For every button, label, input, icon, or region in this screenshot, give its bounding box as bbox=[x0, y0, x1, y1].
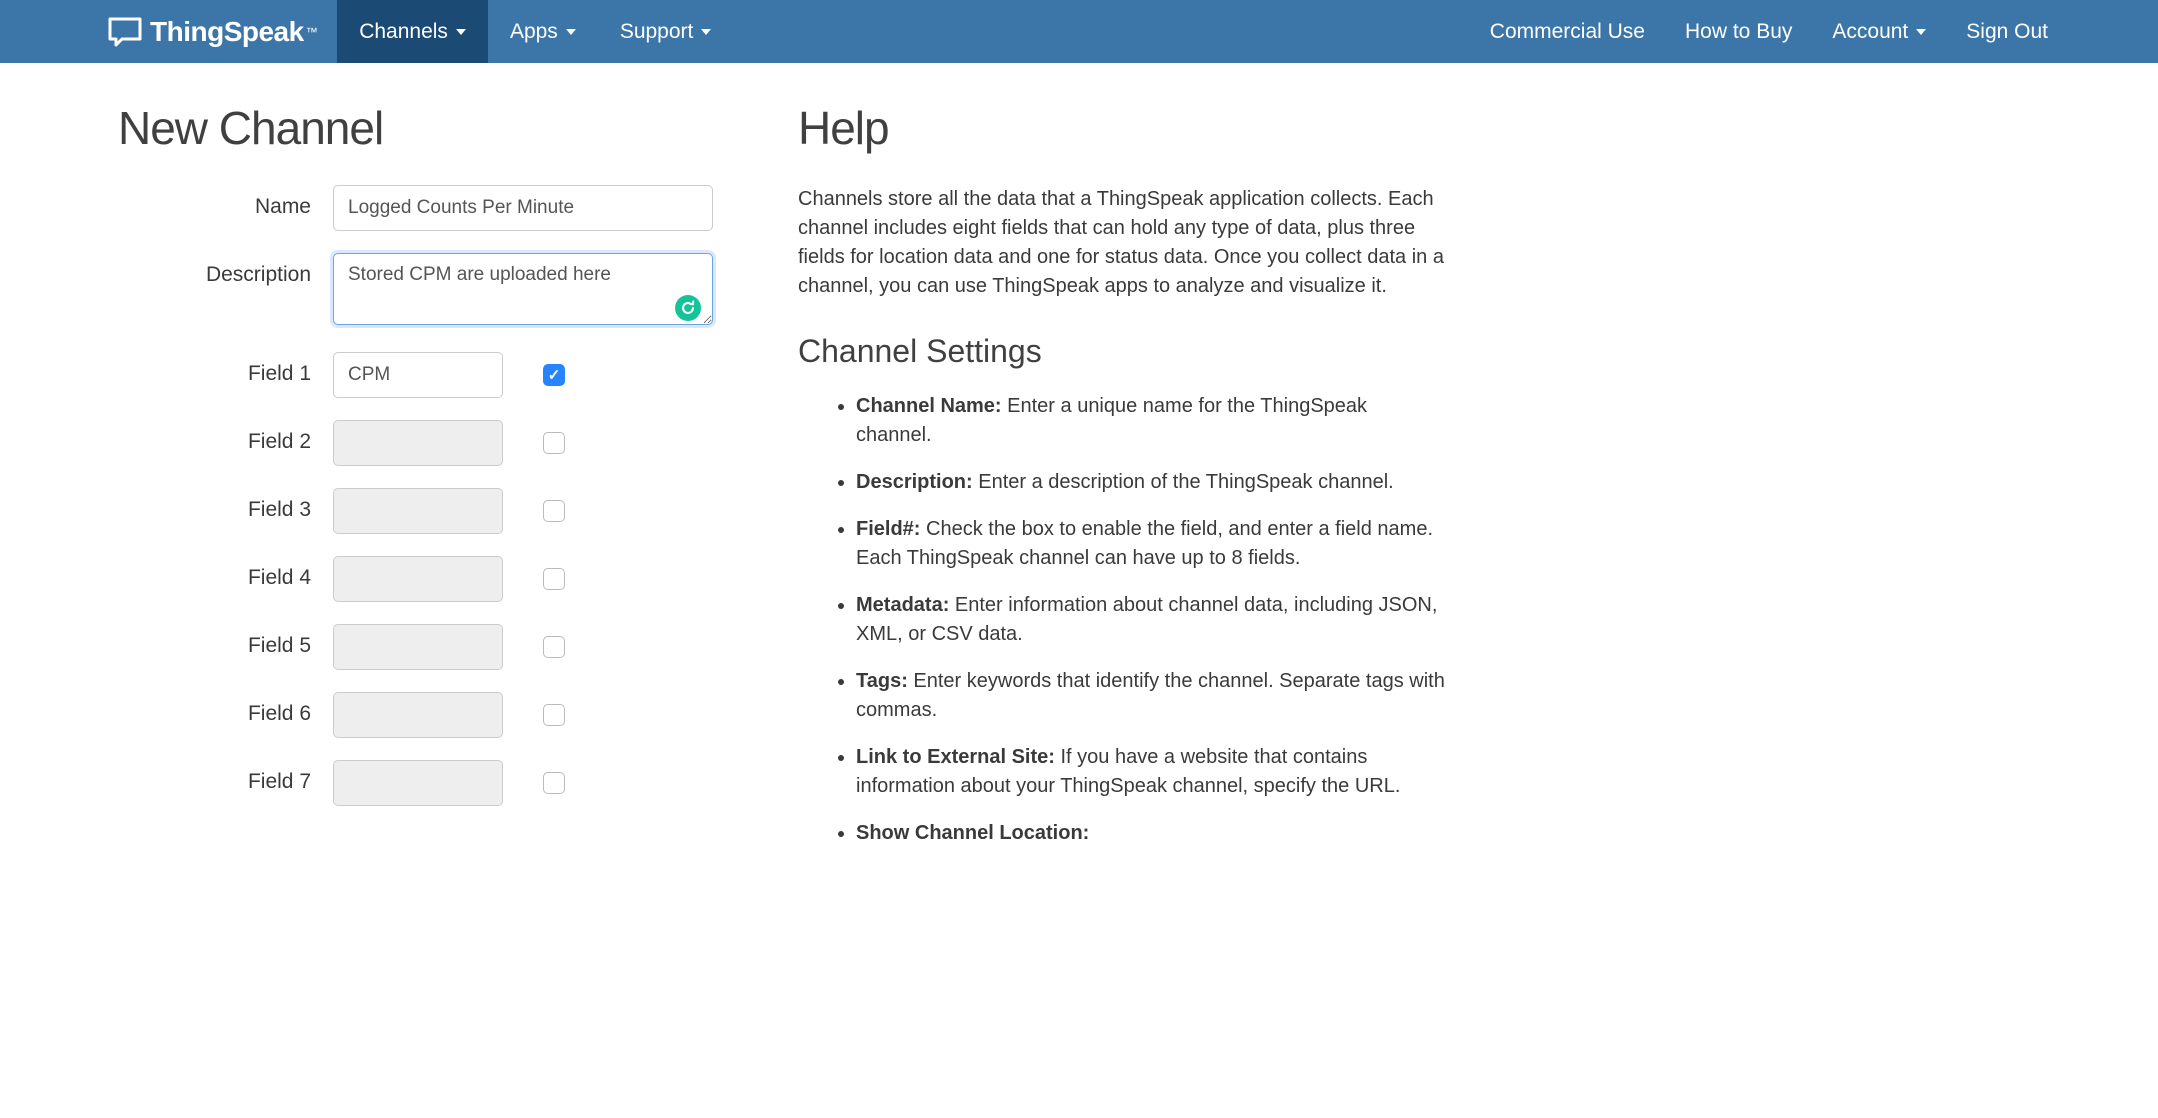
field-checkbox-2[interactable] bbox=[543, 432, 565, 454]
page-title: New Channel bbox=[118, 101, 718, 155]
name-label: Name bbox=[118, 185, 333, 219]
field-checkbox-4[interactable] bbox=[543, 568, 565, 590]
field-checkbox-6[interactable] bbox=[543, 704, 565, 726]
navbar: ThingSpeak™ ChannelsAppsSupport Commerci… bbox=[0, 0, 2158, 63]
field-row-5: Field 5 bbox=[118, 624, 718, 670]
field-label-5: Field 5 bbox=[118, 624, 333, 658]
nav-left: ChannelsAppsSupport bbox=[337, 0, 1470, 63]
field-row-7: Field 7 bbox=[118, 760, 718, 806]
settings-item-5: Link to External Site: If you have a web… bbox=[856, 743, 1448, 801]
nav-item-sign-out[interactable]: Sign Out bbox=[1946, 0, 2068, 63]
field-label-6: Field 6 bbox=[118, 692, 333, 726]
trademark-symbol: ™ bbox=[306, 25, 318, 39]
settings-list: Channel Name: Enter a unique name for th… bbox=[798, 392, 1448, 848]
brand-text: ThingSpeak bbox=[150, 16, 304, 48]
field-input-6[interactable] bbox=[333, 692, 503, 738]
grammarly-icon[interactable] bbox=[675, 295, 701, 321]
settings-item-3: Metadata: Enter information about channe… bbox=[856, 591, 1448, 649]
name-input[interactable] bbox=[333, 185, 713, 231]
settings-item-6: Show Channel Location: bbox=[856, 819, 1448, 848]
field-checkbox-5[interactable] bbox=[543, 636, 565, 658]
nav-item-account[interactable]: Account bbox=[1812, 0, 1946, 63]
chevron-down-icon bbox=[701, 29, 711, 35]
nav-right: Commercial UseHow to BuyAccountSign Out bbox=[1470, 0, 2158, 63]
nav-item-channels[interactable]: Channels bbox=[337, 0, 488, 63]
settings-item-2: Field#: Check the box to enable the fiel… bbox=[856, 515, 1448, 573]
field-checkbox-1[interactable] bbox=[543, 364, 565, 386]
field-row-6: Field 6 bbox=[118, 692, 718, 738]
chevron-down-icon bbox=[566, 29, 576, 35]
nav-item-commercial-use[interactable]: Commercial Use bbox=[1470, 0, 1665, 63]
brand-logo[interactable]: ThingSpeak™ bbox=[108, 16, 317, 48]
settings-item-1: Description: Enter a description of the … bbox=[856, 468, 1448, 497]
help-intro: Channels store all the data that a Thing… bbox=[798, 185, 1448, 301]
field-row-4: Field 4 bbox=[118, 556, 718, 602]
field-input-2[interactable] bbox=[333, 420, 503, 466]
chevron-down-icon bbox=[456, 29, 466, 35]
settings-item-0: Channel Name: Enter a unique name for th… bbox=[856, 392, 1448, 450]
nav-item-support[interactable]: Support bbox=[598, 0, 734, 63]
field-label-2: Field 2 bbox=[118, 420, 333, 454]
field-label-3: Field 3 bbox=[118, 488, 333, 522]
nav-item-how-to-buy[interactable]: How to Buy bbox=[1665, 0, 1812, 63]
description-label: Description bbox=[118, 253, 333, 287]
field-checkbox-7[interactable] bbox=[543, 772, 565, 794]
field-checkbox-3[interactable] bbox=[543, 500, 565, 522]
field-input-5[interactable] bbox=[333, 624, 503, 670]
field-row-1: Field 1 bbox=[118, 352, 718, 398]
field-label-4: Field 4 bbox=[118, 556, 333, 590]
field-input-7[interactable] bbox=[333, 760, 503, 806]
field-row-3: Field 3 bbox=[118, 488, 718, 534]
chevron-down-icon bbox=[1916, 29, 1926, 35]
field-label-1: Field 1 bbox=[118, 352, 333, 386]
field-row-2: Field 2 bbox=[118, 420, 718, 466]
field-input-4[interactable] bbox=[333, 556, 503, 602]
help-title: Help bbox=[798, 101, 1448, 155]
settings-item-4: Tags: Enter keywords that identify the c… bbox=[856, 667, 1448, 725]
field-label-7: Field 7 bbox=[118, 760, 333, 794]
field-input-1[interactable] bbox=[333, 352, 503, 398]
nav-item-apps[interactable]: Apps bbox=[488, 0, 598, 63]
field-input-3[interactable] bbox=[333, 488, 503, 534]
description-input[interactable] bbox=[333, 253, 713, 325]
help-subtitle: Channel Settings bbox=[798, 333, 1448, 370]
speech-bubble-icon bbox=[108, 17, 142, 47]
